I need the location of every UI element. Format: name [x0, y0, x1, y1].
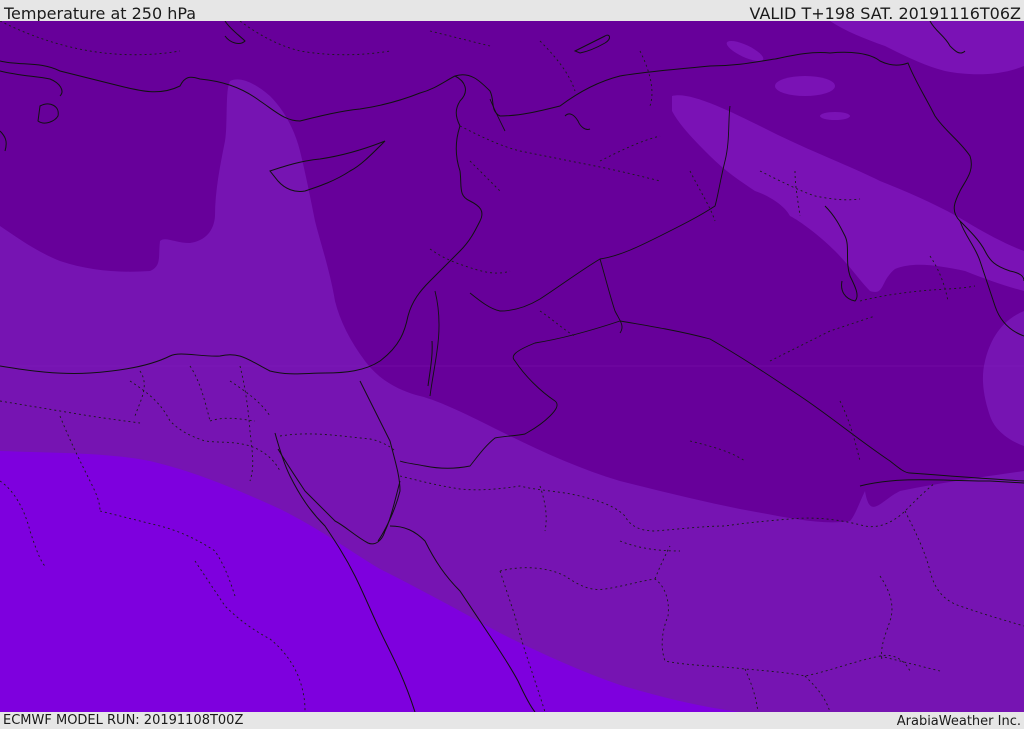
model-run-label: ECMWF MODEL RUN: 20191108T00Z — [3, 713, 244, 728]
header-bar: Temperature at 250 hPa VALID T+198 SAT. … — [0, 0, 1024, 23]
brand-label: ArabiaWeather Inc. — [896, 714, 1021, 729]
footer-bar: ECMWF MODEL RUN: 20191108T00Z ArabiaWeat… — [0, 712, 1024, 729]
map-canvas — [0, 21, 1024, 712]
temperature-map[interactable] — [0, 21, 1024, 712]
temperature-band-isle — [775, 76, 835, 96]
temperature-band-isle — [820, 112, 850, 120]
map-product-frame: Temperature at 250 hPa VALID T+198 SAT. … — [0, 0, 1024, 729]
